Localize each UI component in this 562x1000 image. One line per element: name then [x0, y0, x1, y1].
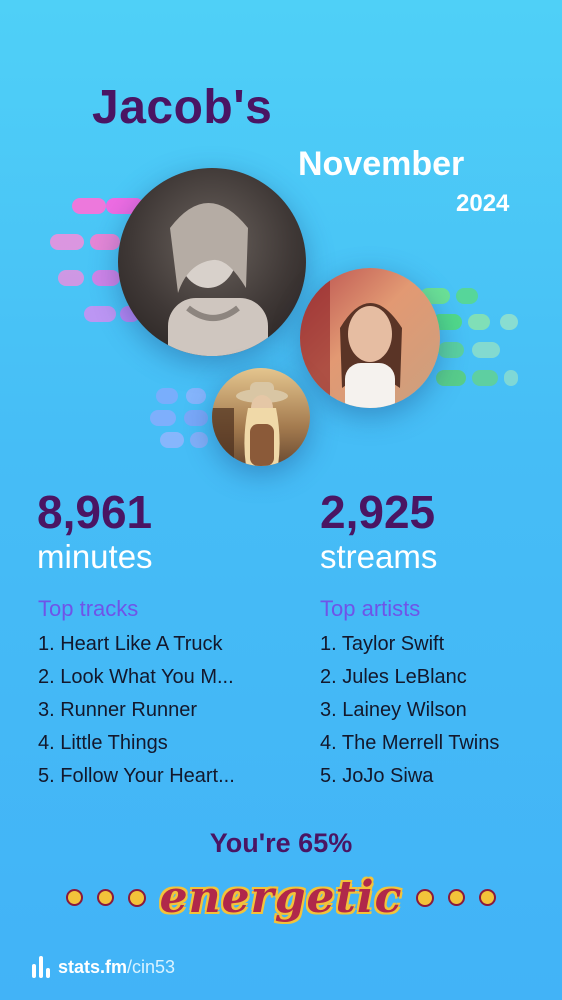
energy-percentage: You're 65% — [209, 828, 353, 858]
decor-dot-icon — [479, 889, 497, 906]
top-artist-item: 2. Jules LeBlanc — [320, 666, 467, 688]
title-year: 2024 — [456, 190, 510, 217]
decor-dot-icon — [448, 889, 466, 906]
top-tracks-title: Top tracks — [38, 596, 139, 621]
decor-dot-icon — [96, 889, 114, 906]
decor-dot-icon — [127, 888, 146, 907]
footer-brand: stats.fm — [58, 956, 128, 977]
top-artist-item: 4. The Merrell Twins — [320, 732, 500, 754]
streams-label: streams — [320, 538, 438, 575]
footer-handle: /cin53 — [127, 956, 176, 977]
top-track-item: 1. Heart Like A Truck — [38, 633, 223, 655]
top-artists-title: Top artists — [320, 596, 421, 621]
top-track-item: 5. Follow Your Heart... — [38, 765, 235, 787]
title-month: November — [298, 145, 465, 183]
top-artist-item: 3. Lainey Wilson — [320, 699, 467, 721]
streams-value: 2,925 — [320, 486, 436, 538]
taylor-swift-photo — [118, 168, 306, 356]
decor-dot-icon — [65, 889, 83, 906]
energy-word: energetic — [159, 872, 403, 923]
top-track-item: 2. Look What You M... — [38, 666, 234, 688]
lainey-wilson-photo — [212, 368, 310, 466]
stats-bars-icon — [32, 956, 50, 978]
jules-leblanc-photo — [300, 268, 440, 408]
footer: stats.fm/cin53 — [32, 956, 175, 978]
top-artist-item: 1. Taylor Swift — [320, 633, 445, 655]
minutes-value: 8,961 — [37, 486, 153, 538]
top-artist-item: 5. JoJo Siwa — [320, 765, 434, 787]
title-name: Jacob's — [92, 81, 273, 134]
energy-badge: energetic — [0, 872, 562, 923]
top-track-item: 4. Little Things — [38, 732, 168, 754]
top-tracks-list: 1. Heart Like A Truck 2. Look What You M… — [38, 628, 235, 793]
top-artists-list: 1. Taylor Swift 2. Jules LeBlanc 3. Lain… — [320, 628, 499, 793]
top-track-item: 3. Runner Runner — [38, 699, 197, 721]
minutes-label: minutes — [37, 538, 153, 575]
decor-dot-icon — [416, 888, 435, 907]
